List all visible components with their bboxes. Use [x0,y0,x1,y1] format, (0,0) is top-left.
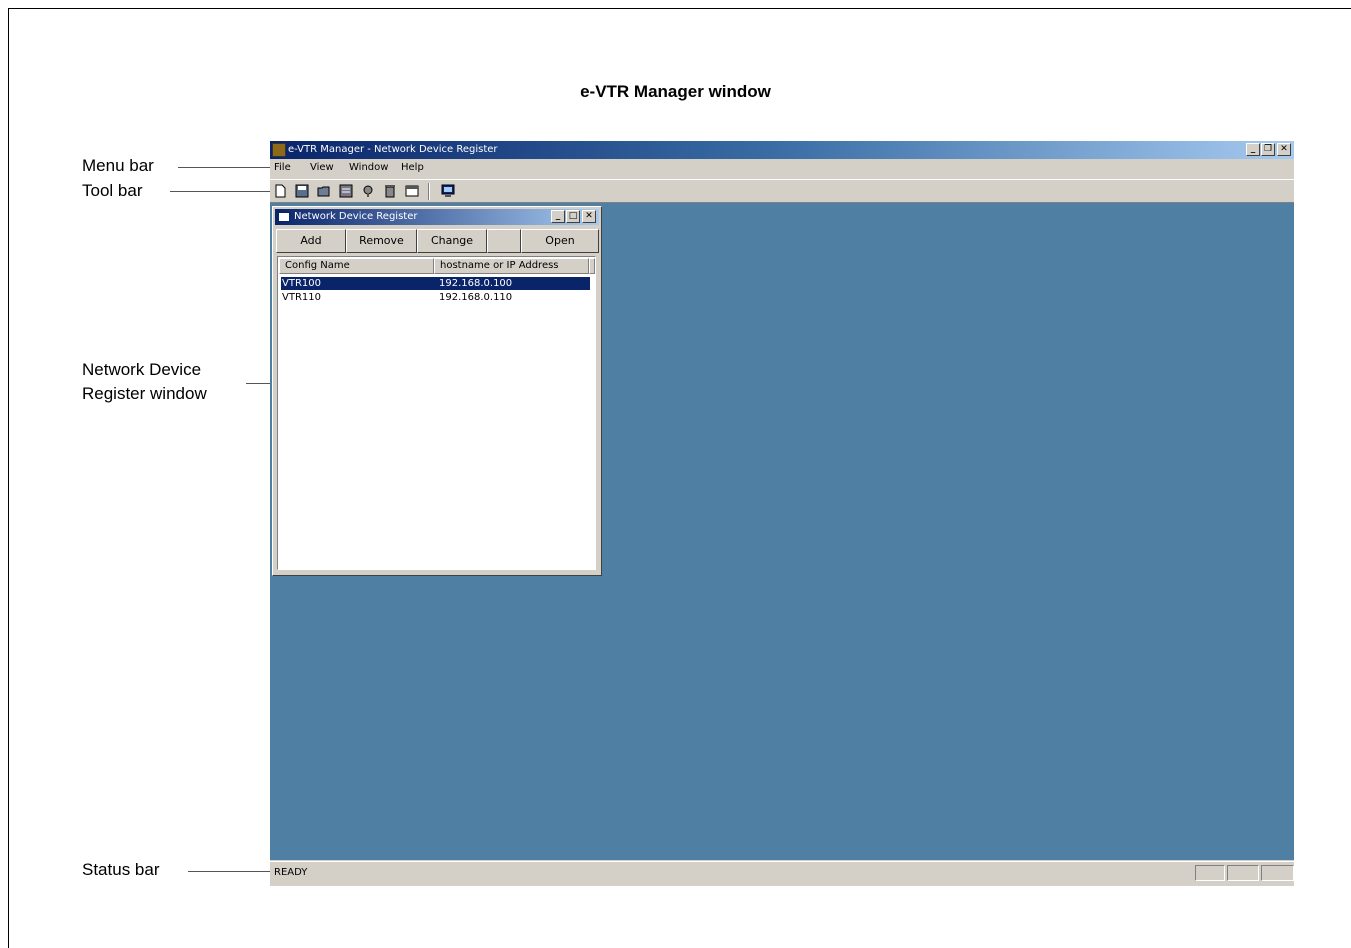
restore-button[interactable]: ❐ [1261,143,1275,156]
menu-bar: File View Window Help [270,159,1294,177]
column-config-name[interactable]: Config Name [279,258,434,274]
app-title-bar[interactable]: e-VTR Manager - Network Device Register … [270,141,1294,159]
delete-icon[interactable] [383,184,397,198]
ndr-window-icon [278,212,290,222]
config-icon[interactable] [361,184,375,198]
status-pane-3 [1261,865,1294,881]
minimize-button[interactable]: _ [1246,143,1260,156]
menu-help[interactable]: Help [401,162,424,173]
close-button[interactable]: ✕ [1277,143,1291,156]
callout-ndr-line2: Register window [82,384,207,403]
ndr-close-button[interactable]: ✕ [582,210,596,223]
new-icon[interactable] [273,184,287,198]
status-pane-2 [1227,865,1259,881]
status-bar: READY [270,861,1294,885]
menu-file[interactable]: File [274,162,291,173]
row-address: 192.168.0.110 [439,292,513,303]
row-config-name: VTR110 [282,292,321,303]
callout-menu-bar: Menu bar [82,156,154,175]
add-button[interactable]: Add [276,229,346,253]
column-hostname[interactable]: hostname or IP Address [434,258,589,274]
callout-ndr-line1: Network Device [82,360,202,379]
app-title: e-VTR Manager - Network Device Register [288,144,498,155]
app-icon[interactable] [272,143,286,157]
list-icon[interactable] [339,184,353,198]
status-pane-1 [1195,865,1225,881]
remove-button[interactable]: Remove [346,229,417,253]
table-row[interactable]: VTR110 192.168.0.110 [281,291,590,304]
device-list[interactable]: Config Name hostname or IP Address VTR10… [277,256,596,570]
menu-view[interactable]: View [310,162,334,173]
tool-bar [270,179,1294,203]
leader-status-bar [188,871,272,872]
monitor-icon[interactable] [441,184,455,198]
row-address: 192.168.0.100 [439,278,513,289]
open-button[interactable]: Open [521,229,599,253]
column-filler [589,258,595,274]
leader-menu-bar [178,167,272,168]
blank-button[interactable] [487,229,521,253]
ndr-title: Network Device Register [294,211,418,222]
ndr-maximize-button[interactable]: □ [566,210,580,223]
callout-tool-bar: Tool bar [82,181,143,200]
leader-tool-bar [170,191,272,192]
callout-status-bar: Status bar [82,860,160,879]
toolbar-separator [428,183,430,200]
network-device-register-window: Network Device Register _ □ ✕ Add Remove… [272,206,602,576]
ndr-title-bar[interactable]: Network Device Register _ □ ✕ [275,209,599,225]
window-icon[interactable] [405,184,419,198]
ndr-minimize-button[interactable]: _ [551,210,565,223]
save-icon[interactable] [295,184,309,198]
menu-window[interactable]: Window [349,162,388,173]
change-button[interactable]: Change [417,229,487,253]
status-text: READY [274,867,308,878]
open-folder-icon[interactable] [317,184,331,198]
table-row[interactable]: VTR100 192.168.0.100 [281,277,590,290]
row-config-name: VTR100 [282,278,321,289]
figure-title: e-VTR Manager window [580,82,771,101]
